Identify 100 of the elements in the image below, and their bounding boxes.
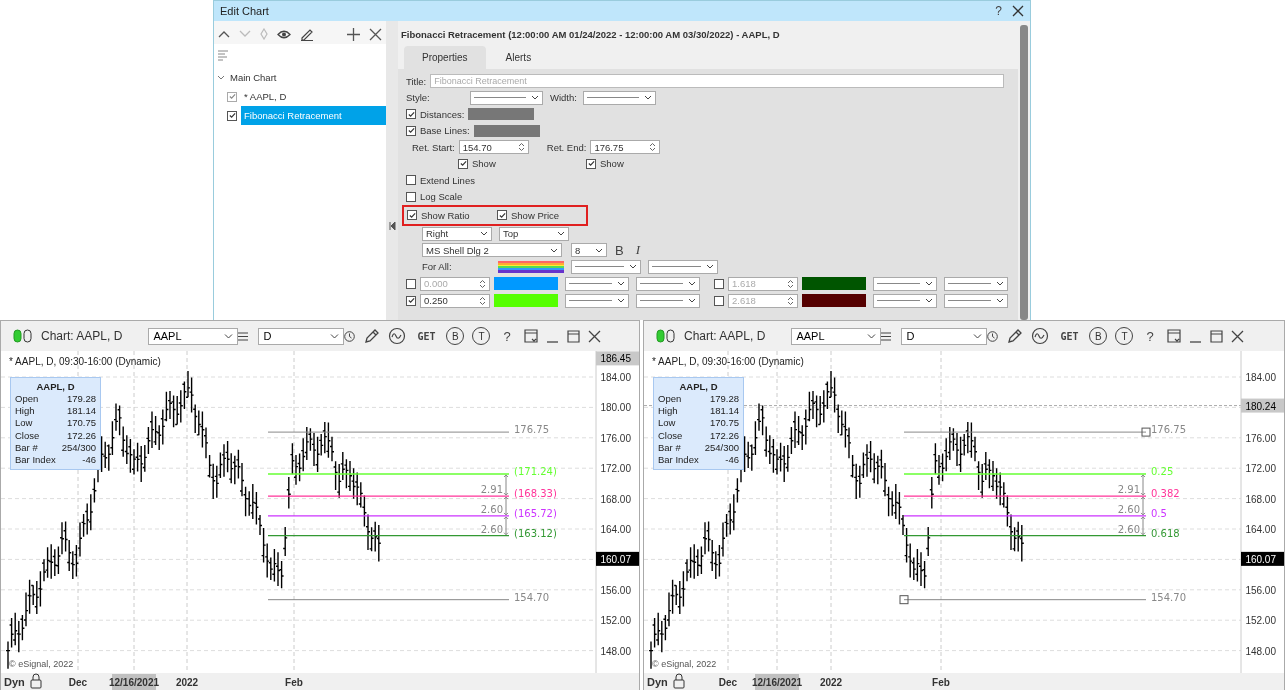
rainbow-swatch[interactable] (498, 260, 564, 273)
caret-icon[interactable] (706, 264, 714, 270)
time-axis-label: Feb (932, 677, 950, 688)
toggle-icon[interactable] (13, 329, 33, 343)
get-button[interactable]: GET (1057, 330, 1082, 342)
scale-mode-label[interactable]: Dyn (4, 676, 25, 688)
data-value: 179.28 (709, 393, 739, 406)
data-value: 170.75 (709, 417, 739, 430)
caret-icon[interactable] (557, 231, 565, 237)
caret-icon[interactable] (629, 264, 637, 270)
close-icon[interactable] (1230, 329, 1244, 343)
caret-icon[interactable] (688, 281, 696, 286)
color-swatch[interactable] (494, 294, 558, 307)
horizontal-align-dropdown[interactable]: Right (422, 226, 492, 241)
caret-icon[interactable] (996, 281, 1004, 286)
symbol-dropdown[interactable]: AAPL (148, 327, 239, 345)
window-menu-icon[interactable] (523, 329, 538, 343)
checkbox[interactable] (406, 295, 416, 306)
eye-icon[interactable] (277, 29, 291, 39)
field-label: Ret. Start: (412, 141, 455, 153)
caret-icon[interactable] (595, 247, 603, 253)
tree-item[interactable]: Main Chart (230, 72, 277, 83)
pencil-icon[interactable] (300, 27, 314, 41)
caret-icon[interactable] (617, 281, 625, 286)
checkbox[interactable] (406, 175, 416, 186)
color-swatch[interactable] (468, 108, 535, 121)
delete-icon[interactable] (369, 27, 382, 41)
data-label: Bar # (15, 441, 38, 454)
help-button[interactable]: ? (1141, 328, 1159, 344)
price-axis-label: 172.00 (600, 463, 631, 475)
toggle-icon[interactable] (656, 329, 676, 343)
ret-end-spinner[interactable]: 176.75 (590, 140, 661, 155)
tab[interactable]: Properties (404, 46, 486, 69)
scale-mode-label[interactable]: Dyn (647, 676, 668, 688)
italic-button[interactable]: I (631, 242, 644, 259)
color-swatch[interactable] (473, 124, 540, 137)
caret-icon[interactable] (480, 231, 488, 237)
interval-dropdown[interactable]: D (901, 327, 988, 345)
spinner-arrows-icon[interactable] (649, 142, 657, 153)
checkbox[interactable] (406, 191, 416, 202)
checkbox[interactable] (458, 158, 468, 169)
checkbox[interactable] (227, 110, 237, 121)
get-button[interactable]: GET (414, 330, 439, 342)
data-value: 170.75 (66, 417, 96, 430)
caret-icon[interactable] (688, 298, 696, 303)
distance-label: 2.91 (480, 484, 503, 496)
vertical-align-dropdown[interactable]: Top (499, 226, 569, 241)
close-icon[interactable] (1012, 5, 1024, 17)
checkbox[interactable] (586, 158, 596, 169)
help-button[interactable]: ? (498, 328, 516, 344)
interval-dropdown[interactable]: D (258, 327, 345, 345)
collapse-caret-icon[interactable] (217, 74, 225, 81)
caret-icon[interactable] (617, 298, 625, 303)
maximize-icon[interactable] (566, 329, 580, 343)
time-axis-label: 2022 (175, 677, 199, 688)
caret-icon[interactable] (531, 95, 539, 101)
caret-icon[interactable] (996, 298, 1004, 303)
font-dropdown[interactable]: MS Shell Dlg 2 (422, 243, 562, 258)
symbol-dropdown[interactable]: AAPL (791, 327, 882, 345)
bold-button[interactable]: B (611, 242, 628, 258)
spinner-arrows-icon[interactable] (517, 142, 525, 153)
distance-label: 2.60 (1117, 503, 1140, 515)
add-icon[interactable] (347, 27, 360, 41)
maximize-icon[interactable] (1209, 329, 1223, 343)
ret-start-spinner[interactable]: 154.70 (458, 140, 529, 155)
distance-label: 2.91 (1117, 484, 1140, 496)
checkbox[interactable] (406, 125, 416, 136)
lock-icon[interactable] (673, 673, 685, 689)
title-field[interactable]: Fibonacci Retracement (430, 74, 1004, 89)
window-menu-icon[interactable] (1166, 329, 1181, 343)
wave-circle-icon[interactable] (1031, 327, 1050, 345)
caret-icon[interactable] (925, 298, 933, 303)
caret-icon[interactable] (925, 281, 933, 286)
pencil-icon[interactable] (1006, 327, 1024, 345)
clock-icon[interactable] (987, 330, 999, 342)
tab[interactable]: Alerts (487, 46, 550, 69)
level-spinner[interactable]: 0.250 (420, 293, 490, 308)
wave-circle-icon[interactable] (388, 327, 407, 345)
list-icon[interactable] (238, 331, 249, 341)
checkbox[interactable] (407, 210, 417, 221)
move-up-icon[interactable] (218, 30, 230, 38)
close-icon[interactable] (587, 329, 601, 343)
data-label: Low (658, 417, 676, 430)
pencil-icon[interactable] (363, 327, 381, 345)
spinner-arrows-icon[interactable] (479, 295, 486, 306)
caret-icon[interactable] (643, 95, 652, 101)
checkbox[interactable] (497, 210, 507, 221)
lock-icon[interactable] (30, 673, 42, 689)
scrollbar[interactable] (1020, 25, 1028, 320)
price-axis-label: 172.00 (1245, 463, 1276, 475)
clock-icon[interactable] (344, 330, 356, 342)
caret-icon[interactable] (550, 247, 558, 253)
copyright-note: © eSignal, 2022 (652, 659, 717, 669)
checkbox[interactable] (406, 109, 416, 120)
help-button[interactable]: ? (993, 4, 1004, 18)
list-icon[interactable] (881, 331, 892, 341)
time-axis-label: Dec (68, 677, 88, 688)
price-axis-label: 164.00 (600, 524, 631, 535)
collapse-left-icon[interactable] (388, 221, 396, 230)
font-size-dropdown[interactable]: 8 (571, 243, 607, 258)
